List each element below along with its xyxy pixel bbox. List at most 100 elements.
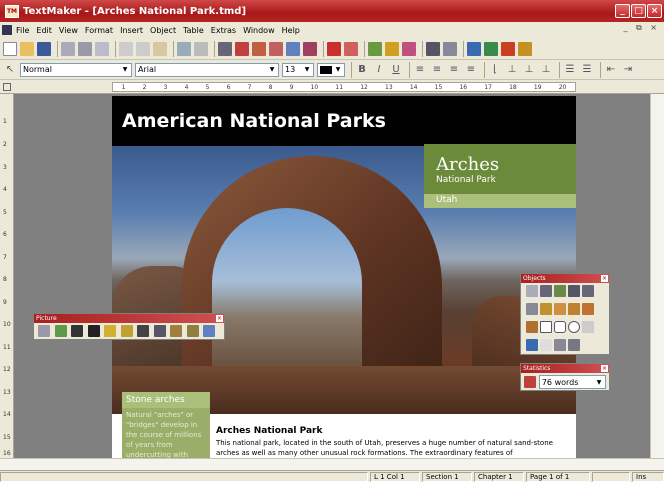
chart-frame-icon[interactable] [568,285,580,297]
text-frame-icon[interactable] [327,41,341,56]
text-color-select[interactable]: ▼ [317,62,345,77]
close-button[interactable]: × [647,4,662,18]
select-pointer-icon[interactable] [526,285,538,297]
mail-merge-icon[interactable] [484,41,498,56]
increase-indent-icon[interactable]: ⇥ [621,63,635,77]
tab-type-icon[interactable] [3,83,11,91]
undo-icon[interactable] [177,41,191,56]
menu-format[interactable]: Format [85,26,113,35]
presentations-icon[interactable] [501,41,515,56]
align-left-button[interactable]: ≡ [413,63,427,77]
brightness-up-icon[interactable] [104,325,117,337]
menu-file[interactable]: File [16,26,29,35]
curved-connector-icon[interactable] [582,303,594,315]
align-right-button[interactable]: ≡ [447,63,461,77]
rectangle-icon[interactable] [540,321,552,333]
picture-grayscale-icon[interactable] [71,325,84,337]
objects-toolbar-panel[interactable]: Objects × [520,273,610,355]
tab-left-icon[interactable]: ⌊ [488,63,502,77]
paste-icon[interactable] [153,41,167,56]
elbow-connector-icon[interactable] [526,321,538,333]
insert-table-icon[interactable] [235,41,249,56]
text-frame-icon[interactable] [540,285,552,297]
picture-toolbar-panel[interactable]: Picture × [33,313,225,340]
copy-icon[interactable] [136,41,150,56]
brightness-down-icon[interactable] [120,325,133,337]
connector-icon[interactable] [568,303,580,315]
new-document-icon[interactable] [3,41,17,56]
picture-frame-icon[interactable] [554,285,566,297]
close-icon[interactable]: × [601,275,608,282]
bullet-list-icon[interactable]: ☰ [563,63,577,77]
menu-edit[interactable]: Edit [36,26,52,35]
picture-select-icon[interactable] [38,325,50,337]
picture-color-icon[interactable] [54,325,67,337]
insert-frame-icon[interactable] [269,41,283,56]
picture-frame-icon[interactable] [344,41,358,56]
maximize-button[interactable]: □ [631,4,646,18]
close-icon[interactable]: × [601,365,608,372]
document-icon[interactable] [2,25,12,35]
word-count-select[interactable]: 76 words ▼ [538,375,606,389]
decrease-indent-icon[interactable]: ⇤ [604,63,618,77]
save-icon[interactable] [37,41,51,56]
ole-object-icon[interactable] [582,285,594,297]
statistics-panel[interactable]: Statistics × 76 words ▼ [520,363,610,391]
menu-insert[interactable]: Insert [120,26,143,35]
gamma-up-icon[interactable] [170,325,183,337]
textart-icon[interactable] [526,339,538,351]
line-icon[interactable] [526,303,538,315]
justify-button[interactable]: ≡ [464,63,478,77]
form-object-icon[interactable] [540,339,552,351]
close-icon[interactable]: × [216,315,223,322]
numbered-list-icon[interactable]: ☰ [580,63,594,77]
insert-chart-icon[interactable] [252,41,266,56]
menu-view[interactable]: View [59,26,78,35]
ellipse-icon[interactable] [568,321,580,333]
tab-center-icon[interactable]: ⊥ [505,63,519,77]
font-select[interactable]: Arial ▼ [135,62,279,77]
print-preview-icon[interactable] [78,41,92,56]
menu-extras[interactable]: Extras [211,26,236,35]
spellcheck-icon[interactable] [368,41,382,56]
checkbox-object-icon[interactable] [554,339,566,351]
master-page-icon[interactable] [443,41,457,56]
find-icon[interactable] [218,41,232,56]
italic-button[interactable]: I [372,63,386,77]
vertical-scrollbar[interactable] [650,94,664,458]
paragraph-marks-icon[interactable] [426,41,440,56]
style-select[interactable]: Normal ▼ [20,62,132,77]
cut-icon[interactable] [119,41,133,56]
gamma-down-icon[interactable] [186,325,199,337]
horizontal-scrollbar[interactable] [0,458,664,470]
menu-help[interactable]: Help [282,26,300,35]
sidebar-frame[interactable]: Stone arches Natural "arches" or "bridge… [122,392,210,458]
picture-bw-icon[interactable] [87,325,100,337]
fields-icon[interactable] [402,41,416,56]
vertical-ruler[interactable]: 1 2 3 4 5 6 7 8 9 10 11 12 13 14 15 16 [0,94,14,458]
redo-icon[interactable] [194,41,208,56]
tab-decimal-icon[interactable]: ⊥ [539,63,553,77]
contrast-down-icon[interactable] [153,325,166,337]
horizontal-ruler[interactable]: 1 2 3 4 5 6 7 8 9 10 11 12 13 14 15 16 17 18 19 20 [112,82,576,92]
font-size-select[interactable]: 13 ▼ [282,62,314,77]
autoshape-icon[interactable] [582,321,594,333]
pointer-icon[interactable]: ↖ [3,63,17,77]
menu-table[interactable]: Table [183,26,204,35]
navigator-icon[interactable] [303,41,317,56]
rounded-rectangle-icon[interactable] [554,321,566,333]
curve-icon[interactable] [554,303,566,315]
document-window-controls[interactable]: _ ⧉ × [623,23,660,33]
tab-right-icon[interactable]: ⊥ [522,63,536,77]
database-icon[interactable] [467,41,481,56]
picture-reset-icon[interactable] [203,325,216,337]
menu-window[interactable]: Window [243,26,275,35]
menu-object[interactable]: Object [150,26,176,35]
align-center-button[interactable]: ≡ [430,63,444,77]
print-icon[interactable] [61,41,75,56]
basicmaker-icon[interactable] [518,41,532,56]
dropdown-object-icon[interactable] [568,339,580,351]
underline-button[interactable]: U [389,63,403,77]
pdf-export-icon[interactable] [95,41,109,56]
status-mode[interactable]: Ins [632,472,664,482]
